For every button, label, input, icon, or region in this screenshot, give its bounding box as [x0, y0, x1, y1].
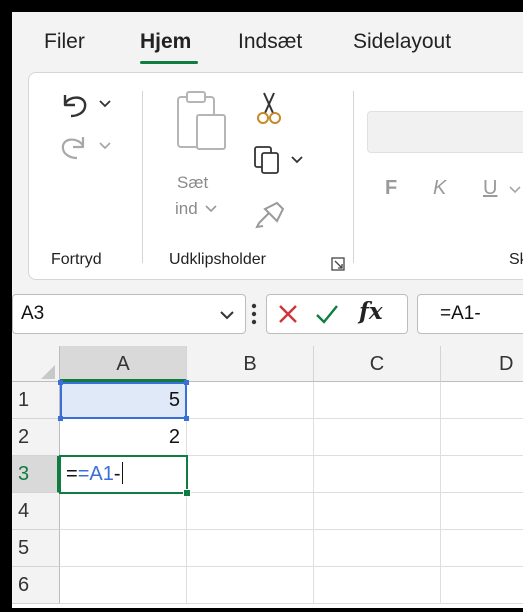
chevron-down-icon[interactable] — [219, 309, 235, 321]
chevron-down-icon — [509, 186, 521, 194]
reference-handle[interactable] — [58, 380, 63, 385]
cell-c3[interactable] — [314, 456, 441, 493]
undo-button[interactable] — [49, 85, 119, 121]
more-options-icon[interactable] — [250, 302, 258, 326]
copy-button[interactable] — [251, 143, 311, 177]
cell-c2[interactable] — [314, 419, 441, 456]
formula-buttons: fx — [266, 294, 408, 334]
scissors-icon[interactable] — [255, 91, 283, 125]
row-header-2[interactable]: 2 — [12, 419, 60, 456]
tab-sidelayout[interactable]: Sidelayout — [353, 30, 451, 54]
column-header-a[interactable]: A — [60, 346, 187, 382]
chevron-down-icon — [99, 142, 111, 150]
cell-d3[interactable] — [441, 456, 523, 493]
undo-group-label: Fortryd — [51, 251, 102, 268]
row-header-6[interactable]: 6 — [12, 567, 60, 604]
row-header-5[interactable]: 5 — [12, 530, 60, 567]
cell-b4[interactable] — [187, 493, 314, 530]
cell-d6[interactable] — [441, 567, 523, 604]
ribbon: Fortryd Sæt ind Udklipsholder F K U S — [28, 72, 523, 280]
paste-button[interactable]: Sæt ind — [163, 87, 235, 227]
cell-d2[interactable] — [441, 419, 523, 456]
spreadsheet-grid: A B C D 1 2 3 4 5 6 5 2 ==A1- — [12, 346, 523, 608]
cell-a4[interactable] — [60, 493, 187, 530]
row-header-3[interactable]: 3 — [12, 456, 60, 493]
tab-hjem[interactable]: Hjem — [140, 30, 191, 54]
format-painter-icon[interactable] — [255, 199, 289, 229]
chevron-down-icon — [205, 205, 217, 213]
cell-c1[interactable] — [314, 382, 441, 419]
cell-d1[interactable] — [441, 382, 523, 419]
active-cell-border — [59, 455, 191, 497]
row-header-4[interactable]: 4 — [12, 493, 60, 530]
cell-c4[interactable] — [314, 493, 441, 530]
active-tab-indicator — [140, 61, 198, 64]
formula-text: =A1- — [440, 303, 481, 324]
underline-button[interactable]: U — [483, 177, 497, 200]
cell-b5[interactable] — [187, 530, 314, 567]
redo-button[interactable] — [49, 127, 119, 163]
enter-check-icon[interactable] — [315, 303, 339, 325]
column-header-d[interactable]: D — [441, 346, 523, 382]
fill-handle[interactable] — [183, 489, 191, 497]
name-box[interactable]: A3 — [12, 294, 246, 334]
cell-c5[interactable] — [314, 530, 441, 567]
undo-icon — [63, 95, 87, 118]
insert-function-button[interactable]: fx — [359, 298, 383, 325]
chevron-down-icon — [99, 100, 111, 108]
font-name-box[interactable] — [367, 111, 523, 153]
cancel-icon[interactable] — [277, 303, 299, 325]
cell-b6[interactable] — [187, 567, 314, 604]
cell-d5[interactable] — [441, 530, 523, 567]
paste-label-line2: ind — [175, 199, 198, 218]
formula-reference-highlight — [58, 380, 189, 421]
formula-input[interactable]: =A1- — [417, 294, 523, 334]
cell-c6[interactable] — [314, 567, 441, 604]
copy-icon — [254, 146, 279, 174]
paste-sublabel: ind — [175, 199, 217, 219]
bold-button[interactable]: F — [385, 177, 397, 200]
cell-a6[interactable] — [60, 567, 187, 604]
cell-b3[interactable] — [187, 456, 314, 493]
font-group-label: Sk — [509, 251, 523, 268]
reference-handle[interactable] — [58, 416, 63, 421]
paste-label: Sæt — [177, 173, 209, 192]
select-all-corner[interactable] — [12, 346, 60, 382]
clipboard-icon — [177, 91, 226, 150]
group-divider — [142, 91, 143, 263]
column-header-b[interactable]: B — [187, 346, 314, 382]
italic-button[interactable]: K — [433, 177, 446, 200]
group-divider — [353, 91, 354, 263]
cell-b1[interactable] — [187, 382, 314, 419]
tab-filer[interactable]: Filer — [44, 30, 85, 54]
dialog-launcher-icon[interactable] — [331, 257, 345, 271]
excel-window: Filer Hjem Indsæt Sidelayout Fortryd Sæt… — [12, 12, 523, 608]
reference-handle[interactable] — [184, 380, 189, 385]
cell-a2[interactable]: 2 — [60, 419, 187, 456]
row-header-1[interactable]: 1 — [12, 382, 60, 419]
cell-a5[interactable] — [60, 530, 187, 567]
redo-icon — [61, 137, 85, 160]
name-box-value: A3 — [21, 303, 45, 324]
select-all-triangle-icon — [41, 365, 55, 379]
clipboard-group-label: Udklipsholder — [169, 251, 266, 268]
tab-indsaet[interactable]: Indsæt — [238, 30, 302, 54]
reference-handle[interactable] — [184, 416, 189, 421]
column-header-c[interactable]: C — [314, 346, 441, 382]
cell-d4[interactable] — [441, 493, 523, 530]
cell-b2[interactable] — [187, 419, 314, 456]
chevron-down-icon — [291, 156, 303, 164]
